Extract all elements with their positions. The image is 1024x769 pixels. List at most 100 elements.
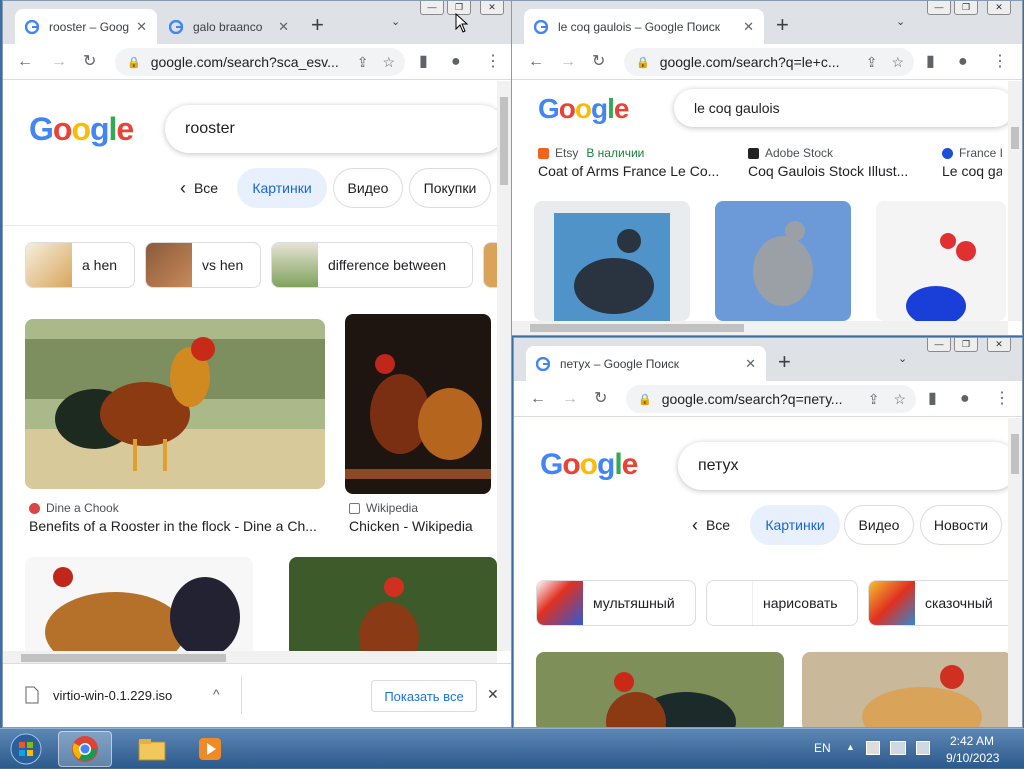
search-input[interactable]: rooster [165, 105, 505, 153]
related-chip-vs-hen[interactable]: vs hen [145, 242, 261, 288]
result-image-petukh-2[interactable] [802, 652, 1012, 727]
related-chip-fairytale[interactable]: сказочный [868, 580, 1018, 626]
chip-images[interactable]: Картинки [750, 505, 840, 545]
related-chip-a-hen[interactable]: a hen [25, 242, 135, 288]
horizontal-scrollbar[interactable] [512, 321, 1008, 335]
scroll-thumb[interactable] [1011, 434, 1019, 474]
restore-button[interactable]: ❐ [954, 1, 978, 15]
network-icon[interactable] [890, 741, 906, 755]
close-window-button[interactable]: ✕ [987, 338, 1011, 352]
result-image-coq-illustration[interactable] [876, 201, 1006, 321]
tab-galo-branco[interactable]: galo braanco ✕ [159, 9, 299, 44]
tab-search-icon[interactable]: ⌄ [391, 15, 400, 28]
language-indicator[interactable]: EN [814, 741, 831, 755]
vertical-scrollbar[interactable] [1008, 418, 1022, 727]
chip-shopping[interactable]: Покупки [409, 168, 491, 208]
show-all-button[interactable]: Показать все [371, 680, 477, 712]
side-panel-icon[interactable]: ▮ [419, 52, 428, 72]
tab-le-coq-gaulois[interactable]: le coq gaulois – Google Поиск ✕ [524, 9, 764, 44]
tab-petukh[interactable]: петух – Google Поиск ✕ [526, 346, 766, 381]
share-icon[interactable]: ⇪ [357, 54, 369, 71]
chip-all[interactable]: ‹ Все [171, 168, 227, 208]
result-image-rooster-3[interactable] [289, 557, 497, 657]
address-bar[interactable]: 🔒 google.com/search?q=пету... ⇪ ☆ [626, 385, 916, 413]
reload-button[interactable]: ↻ [592, 52, 605, 72]
related-chip-draw[interactable]: нарисовать [706, 580, 858, 626]
profile-avatar-icon[interactable]: ● [451, 52, 461, 72]
result-image-coq-stock[interactable] [715, 201, 851, 321]
related-chip-difference[interactable]: difference between [271, 242, 473, 288]
chrome-menu-icon[interactable]: ⋮ [485, 52, 501, 72]
search-input[interactable]: петух [678, 442, 1018, 490]
result-image-chicken[interactable] [345, 314, 491, 494]
tab-close-icon[interactable]: ✕ [745, 356, 756, 372]
result-image-petukh-1[interactable] [536, 652, 784, 727]
forward-button[interactable]: → [562, 389, 578, 409]
back-button[interactable]: ← [17, 52, 33, 72]
tab-rooster[interactable]: rooster – Goog ✕ [15, 9, 157, 44]
new-tab-button[interactable]: + [311, 14, 324, 36]
chip-video[interactable]: Видео [333, 168, 403, 208]
tab-close-icon[interactable]: ✕ [743, 19, 754, 35]
minimize-button[interactable]: — [927, 338, 951, 352]
bookmark-star-icon[interactable]: ☆ [893, 391, 906, 408]
forward-button[interactable]: → [560, 52, 576, 72]
minimize-button[interactable]: — [420, 1, 444, 15]
chip-video[interactable]: Видео [844, 505, 914, 545]
chrome-menu-icon[interactable]: ⋮ [992, 52, 1008, 72]
result-caption[interactable]: Chicken - Wikipedia [349, 518, 499, 534]
result-image-coq-statue[interactable] [534, 201, 690, 321]
tab-close-icon[interactable]: ✕ [278, 19, 289, 35]
tab-search-icon[interactable]: ⌄ [898, 352, 907, 365]
new-tab-button[interactable]: + [776, 14, 789, 36]
tab-close-icon[interactable]: ✕ [136, 19, 147, 35]
chrome-menu-icon[interactable]: ⋮ [994, 389, 1010, 409]
close-window-button[interactable]: ✕ [480, 1, 504, 15]
address-bar[interactable]: 🔒 google.com/search?sca_esv... ⇪ ☆ [115, 48, 405, 76]
address-bar[interactable]: 🔒 google.com/search?q=le+c... ⇪ ☆ [624, 48, 914, 76]
share-icon[interactable]: ⇪ [866, 54, 878, 71]
start-button[interactable] [4, 731, 48, 767]
profile-avatar-icon[interactable]: ● [960, 389, 970, 409]
minimize-button[interactable]: — [927, 1, 951, 15]
vertical-scrollbar[interactable] [497, 81, 511, 651]
close-download-shelf-icon[interactable]: ✕ [487, 686, 499, 703]
clock-date[interactable]: 9/10/2023 [946, 751, 999, 765]
result-image-rooster-2[interactable] [25, 557, 253, 657]
back-button[interactable]: ← [528, 52, 544, 72]
scroll-thumb[interactable] [530, 324, 744, 332]
related-chip-cartoon[interactable]: мультяшный [536, 580, 696, 626]
vertical-scrollbar[interactable] [1008, 81, 1022, 321]
result-image-rooster[interactable] [25, 319, 325, 489]
download-filename[interactable]: virtio-win-0.1.229.iso [53, 688, 172, 703]
result-caption[interactable]: Benefits of a Rooster in the flock - Din… [29, 518, 329, 534]
scroll-thumb[interactable] [21, 654, 226, 662]
close-window-button[interactable]: ✕ [987, 1, 1011, 15]
show-hidden-icons-icon[interactable]: ▲ [846, 742, 855, 752]
scroll-thumb[interactable] [500, 97, 508, 185]
clock-time[interactable]: 2:42 AM [950, 734, 994, 748]
bookmark-star-icon[interactable]: ☆ [382, 54, 395, 71]
bookmark-star-icon[interactable]: ☆ [891, 54, 904, 71]
side-panel-icon[interactable]: ▮ [928, 389, 937, 409]
tab-search-icon[interactable]: ⌄ [896, 15, 905, 28]
forward-button[interactable]: → [51, 52, 67, 72]
back-button[interactable]: ← [530, 389, 546, 409]
action-center-flag-icon[interactable] [866, 741, 880, 755]
chip-images[interactable]: Картинки [237, 168, 327, 208]
scroll-thumb[interactable] [1011, 127, 1019, 149]
result-caption[interactable]: Coq Gaulois Stock Illust... [748, 163, 918, 179]
share-icon[interactable]: ⇪ [868, 391, 880, 408]
chip-news[interactable]: Новости [920, 505, 1002, 545]
result-caption[interactable]: Coat of Arms France Le Co... [538, 163, 728, 179]
profile-avatar-icon[interactable]: ● [958, 52, 968, 72]
chip-all[interactable]: ‹ Все [686, 505, 736, 545]
new-tab-button[interactable]: + [778, 351, 791, 373]
search-input[interactable]: le coq gaulois [674, 89, 1014, 127]
reload-button[interactable]: ↻ [83, 52, 96, 72]
restore-button[interactable]: ❐ [954, 338, 978, 352]
taskbar-media-player-button[interactable] [184, 731, 236, 767]
volume-muted-icon[interactable] [916, 741, 930, 755]
result-caption[interactable]: Le coq ga [942, 163, 1002, 179]
taskbar-explorer-button[interactable] [126, 731, 178, 767]
